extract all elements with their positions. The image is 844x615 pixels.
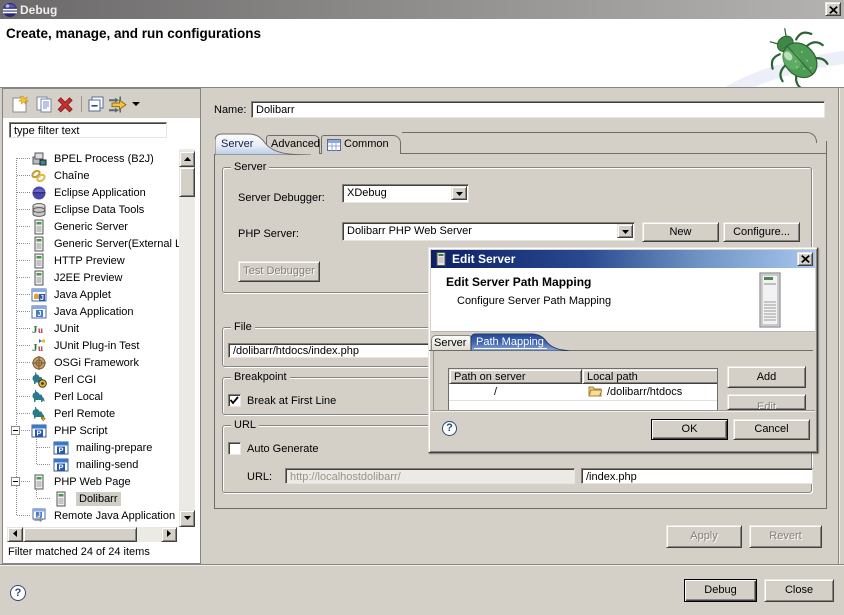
svg-text:J: J <box>40 295 44 302</box>
svg-text:u: u <box>38 325 43 335</box>
svg-text:u: u <box>38 343 43 353</box>
svg-text:P: P <box>58 445 63 454</box>
svg-text:J: J <box>38 311 42 318</box>
svg-text:P: P <box>36 428 41 437</box>
svg-text:P: P <box>58 462 63 471</box>
